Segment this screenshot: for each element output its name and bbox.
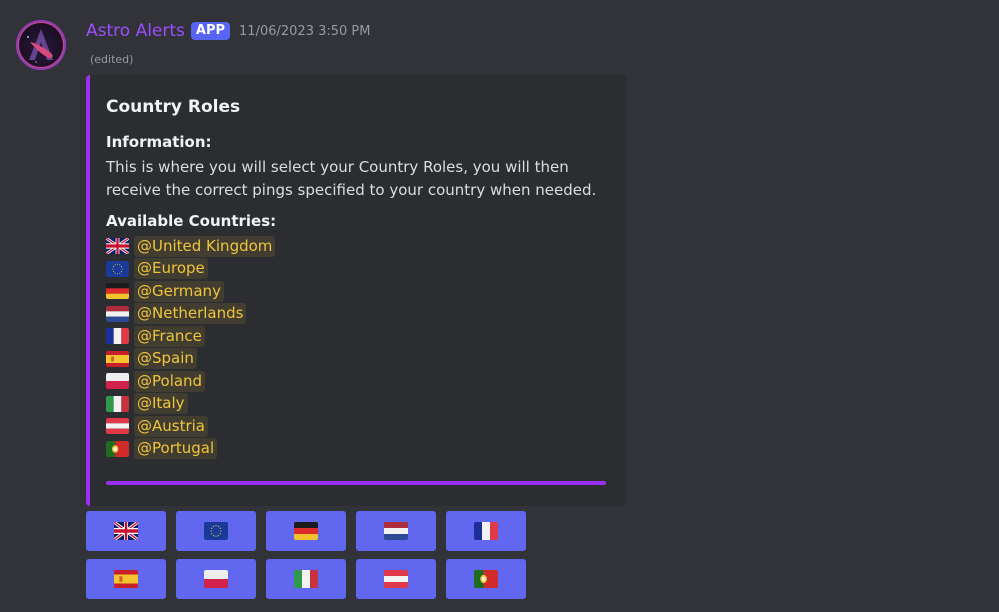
role-mention[interactable]: @Europe (134, 258, 208, 280)
role-button-spain[interactable] (86, 559, 166, 599)
nl-flag-icon (106, 305, 129, 322)
edited-label: (edited) (90, 53, 134, 66)
role-button-austria[interactable] (356, 559, 436, 599)
de-flag-icon (106, 283, 129, 300)
role-mention[interactable]: @Portugal (134, 438, 218, 460)
role-button-france[interactable] (446, 511, 526, 551)
country-row: @United Kingdom (106, 235, 276, 258)
it-flag-icon (294, 570, 318, 588)
fr-flag-icon (106, 328, 129, 345)
it-flag-icon (106, 395, 129, 412)
country-row: @Europe (106, 258, 275, 281)
fr-flag-icon (474, 522, 498, 540)
eu-flag-icon (106, 260, 129, 277)
pt-flag-icon (106, 440, 129, 457)
embed: Country Roles Information: This is where… (86, 75, 626, 506)
role-mention[interactable]: @Italy (134, 393, 188, 415)
country-row: @Italy (106, 393, 275, 416)
country-row: @Netherlands (106, 303, 275, 326)
role-button-germany[interactable] (266, 511, 346, 551)
role-button-united-kingdom[interactable] (86, 511, 166, 551)
role-button-italy[interactable] (266, 559, 346, 599)
role-mention[interactable]: @United Kingdom (134, 235, 276, 257)
role-mention[interactable]: @Poland (134, 370, 206, 392)
embed-title: Country Roles (106, 97, 241, 117)
field-name-available-countries: Available Countries: (106, 212, 277, 230)
country-row: @Poland (106, 370, 275, 393)
role-button-poland[interactable] (176, 559, 256, 599)
field-value-information: This is where you will select your Count… (106, 158, 597, 199)
embed-image-bar (106, 481, 606, 485)
at-flag-icon (384, 570, 408, 588)
role-buttons (86, 511, 526, 599)
eu-flag-icon (204, 522, 228, 540)
pt-flag-icon (474, 570, 498, 588)
de-flag-icon (294, 522, 318, 540)
role-mention[interactable]: @Netherlands (134, 303, 247, 325)
country-row: @Austria (106, 415, 275, 438)
message-header: Astro Alerts APP 11/06/2023 3:50 PM (86, 19, 370, 43)
pl-flag-icon (106, 373, 129, 390)
gb-flag-icon (106, 238, 129, 255)
role-mention[interactable]: @Spain (134, 348, 197, 370)
at-flag-icon (106, 418, 129, 435)
country-row: @Spain (106, 348, 275, 371)
gb-flag-icon (114, 522, 138, 540)
role-button-netherlands[interactable] (356, 511, 436, 551)
role-mention[interactable]: @Austria (134, 415, 208, 437)
field-name-information: Information: (106, 133, 212, 151)
role-mention[interactable]: @Germany (134, 280, 224, 302)
astro-logo-icon (27, 29, 53, 63)
es-flag-icon (114, 570, 138, 588)
es-flag-icon (106, 350, 129, 367)
country-row: @Portugal (106, 438, 275, 461)
country-row: @Germany (106, 280, 275, 303)
country-row: @France (106, 325, 275, 348)
role-button-europe[interactable] (176, 511, 256, 551)
pl-flag-icon (204, 570, 228, 588)
country-list: @United Kingdom @Europe @Germany @Netherlan… (106, 235, 276, 461)
message-timestamp: 11/06/2023 3:50 PM (239, 23, 371, 39)
author-name[interactable]: Astro Alerts (86, 21, 185, 41)
role-mention[interactable]: @France (134, 325, 205, 347)
nl-flag-icon (384, 522, 408, 540)
app-badge: APP (190, 22, 231, 40)
bot-avatar[interactable] (16, 20, 66, 70)
role-button-portugal[interactable] (446, 559, 526, 599)
